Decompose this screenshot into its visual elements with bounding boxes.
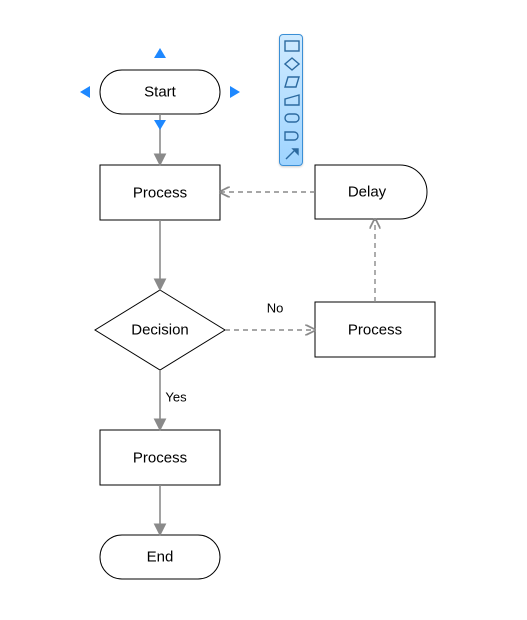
selection-handle-up[interactable]	[154, 48, 166, 58]
parallelogram-shape-icon[interactable]	[282, 73, 302, 91]
rect-shape-icon[interactable]	[282, 37, 302, 55]
diamond-shape-icon[interactable]	[282, 55, 302, 73]
delay-label: Delay	[348, 184, 386, 201]
delay-shape-icon[interactable]	[282, 127, 302, 145]
edge-no-label: No	[267, 301, 284, 316]
edge-yes-label: Yes	[165, 390, 186, 405]
connector-arrow-icon[interactable]	[282, 145, 302, 163]
selection-handle-right[interactable]	[230, 86, 240, 98]
start-label: Start	[144, 84, 176, 101]
end-label: End	[147, 549, 174, 566]
selection-handle-down[interactable]	[154, 120, 166, 130]
process3-label: Process	[133, 450, 187, 467]
shape-palette[interactable]	[279, 34, 303, 166]
decision-label: Decision	[131, 322, 189, 339]
process2-label: Process	[348, 322, 402, 339]
selection-handle-left[interactable]	[80, 86, 90, 98]
terminator-shape-icon[interactable]	[282, 109, 302, 127]
manual-input-shape-icon[interactable]	[282, 91, 302, 109]
process1-label: Process	[133, 185, 187, 202]
